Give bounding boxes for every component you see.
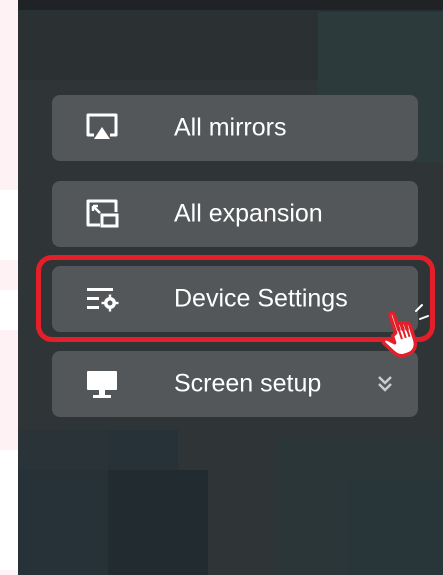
expand-window-icon [84,198,120,230]
pointer-hand-icon [376,303,440,361]
background-band [0,190,18,260]
monitor-icon [84,368,120,400]
menu-item-label: Screen setup [174,369,322,398]
page: All mirrors All expansion Device Setting… [0,0,443,575]
menu-item-label: All expansion [174,199,323,228]
menu-item-all-expansion[interactable]: All expansion [52,181,418,247]
menu-item-screen-setup[interactable]: Screen setup [52,351,418,417]
background-band [0,290,18,330]
chevron-double-down-icon[interactable] [374,373,396,395]
menu-item-all-mirrors[interactable]: All mirrors [52,95,418,161]
background-band [0,450,18,570]
menu-item-label: All mirrors [174,113,287,142]
airplay-icon [84,112,120,144]
left-background-strip [0,0,18,575]
panel-top-bar [18,0,443,10]
